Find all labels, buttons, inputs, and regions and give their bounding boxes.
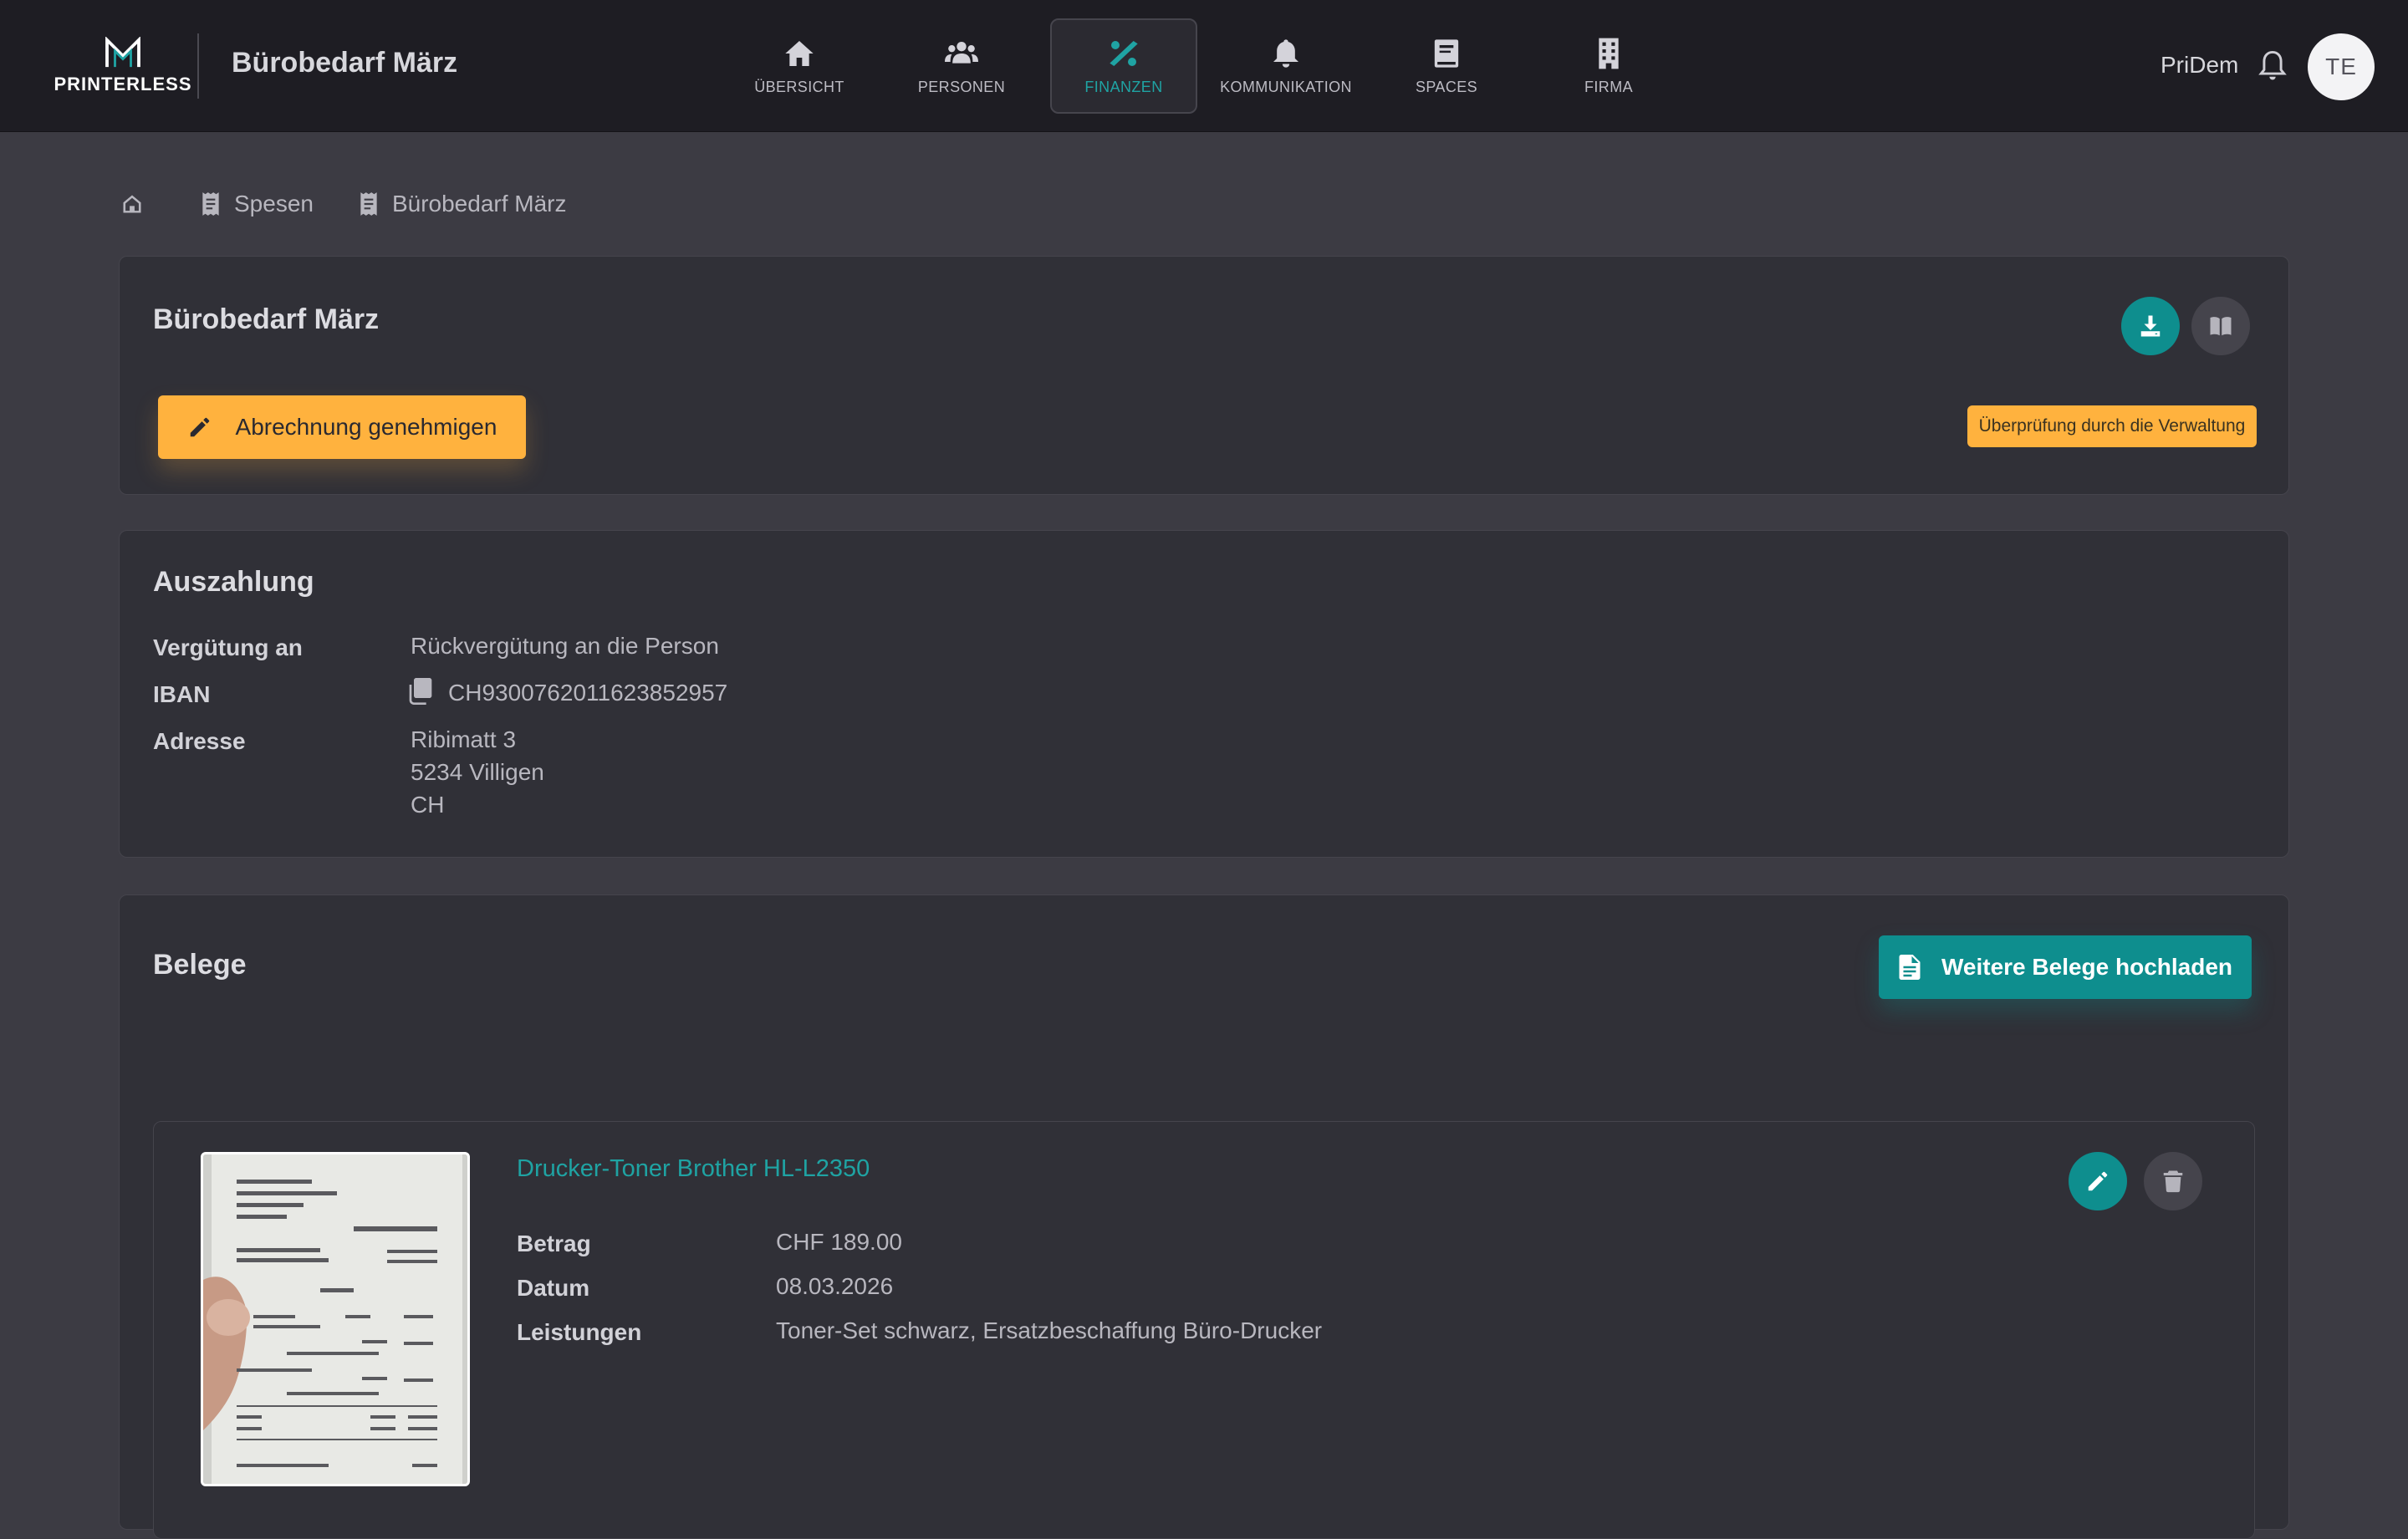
brand-name: PRINTERLESS [54,74,192,94]
copy-icon[interactable] [409,678,432,705]
home-icon [785,40,814,66]
top-bar: PRINTERLESS Bürobedarf März ÜBERSICHT PE… [0,0,2408,132]
compensation-value: Rückvergütung an die Person [411,633,719,659]
nav-item-firma[interactable]: FIRMA [1535,18,1682,114]
address-label: Adresse [153,728,246,754]
receipts-title: Belege [153,949,247,981]
nav-item-finanzen[interactable]: FINANZEN [1050,18,1197,114]
nav-label: SPACES [1415,78,1478,95]
receipts-card: Belege Weitere Belege hochladen Drucker-… [119,894,2289,1539]
breadcrumb: Spesen Bürobedarf März [120,187,610,221]
approve-button[interactable]: Abrechnung genehmigen [158,395,526,459]
trash-icon [2163,1170,2183,1193]
receipt-photo-image [203,1154,467,1484]
breadcrumb-spesen[interactable]: Spesen [199,191,314,217]
nav-label: KOMMUNIKATION [1220,78,1352,95]
nav-label: ÜBERSICHT [754,78,844,95]
bell-icon [1273,38,1298,68]
services-value: Toner-Set schwarz, Ersatzbeschaffung Bür… [776,1317,1323,1343]
receipt-icon [360,192,377,216]
breadcrumb-home[interactable] [120,191,156,217]
receipt-thumbnail[interactable] [201,1152,470,1486]
breadcrumb-current: Bürobedarf März [357,191,567,217]
address-line-2: 5234 Villigen [411,759,544,785]
compensation-label: Vergütung an [153,634,303,660]
services-label: Leistungen [517,1319,642,1345]
download-icon [2140,315,2161,337]
percent-icon [1110,40,1138,66]
download-button[interactable] [2121,297,2180,355]
delete-receipt-button[interactable] [2144,1152,2202,1210]
address-line-1: Ribimatt 3 [411,726,517,752]
expense-title: Bürobedarf März [153,303,380,335]
open-book-button[interactable] [2191,297,2250,355]
nav-item-kommunikation[interactable]: KOMMUNIKATION [1212,18,1360,114]
approve-button-label: Abrechnung genehmigen [235,414,497,440]
iban-value: CH9300762011623852957 [448,680,728,706]
avatar[interactable]: TE [2308,33,2375,100]
expense-card: Bürobedarf März Abrechnung genehmigen Üb… [119,256,2289,495]
date-value: 08.03.2026 [776,1273,894,1299]
header-divider [197,33,199,99]
date-label: Datum [517,1275,590,1301]
breadcrumb-label: Spesen [234,191,314,217]
amount-value: CHF 189.00 [776,1229,902,1255]
address-line-3: CH [411,792,445,818]
pencil-icon [2088,1171,2108,1191]
book-icon [1434,38,1459,68]
open-book-icon [2210,317,2232,336]
status-badge: Überprüfung durch die Verwaltung [1967,405,2257,447]
nav-label: PERSONEN [917,78,1006,95]
payout-title: Auszahlung [153,566,314,598]
amount-label: Betrag [517,1231,591,1256]
home-outline-icon [123,195,141,213]
iban-label: IBAN [153,681,211,707]
notification-bell-icon[interactable] [2254,47,2291,84]
upload-receipts-button[interactable]: Weitere Belege hochladen [1879,935,2252,999]
users-icon [945,41,978,64]
nav-item-personen[interactable]: PERSONEN [888,18,1035,114]
user-name[interactable]: PriDem [2161,52,2238,79]
receipt-item: Drucker-Toner Brother HL-L2350 Betrag CH… [153,1121,2255,1539]
pencil-icon [190,417,209,437]
nav-item-uebersicht[interactable]: ÜBERSICHT [726,18,873,114]
building-icon [1599,38,1619,69]
upload-button-label: Weitere Belege hochladen [1941,954,2233,980]
nav-label: FINANZEN [1084,78,1163,95]
document-icon [1899,955,1921,980]
logo-mark-icon [105,37,140,68]
payout-card: Auszahlung Vergütung an Rückvergütung an… [119,530,2289,858]
brand-logo[interactable]: PRINTERLESS [37,37,209,95]
receipt-icon [202,192,219,216]
page-heading: Bürobedarf März [232,47,458,79]
receipt-title-link[interactable]: Drucker-Toner Brother HL-L2350 [517,1155,870,1183]
nav-item-spaces[interactable]: SPACES [1373,18,1520,114]
nav-label: FIRMA [1584,78,1633,95]
breadcrumb-label: Bürobedarf März [391,191,567,217]
edit-receipt-button[interactable] [2069,1152,2127,1210]
